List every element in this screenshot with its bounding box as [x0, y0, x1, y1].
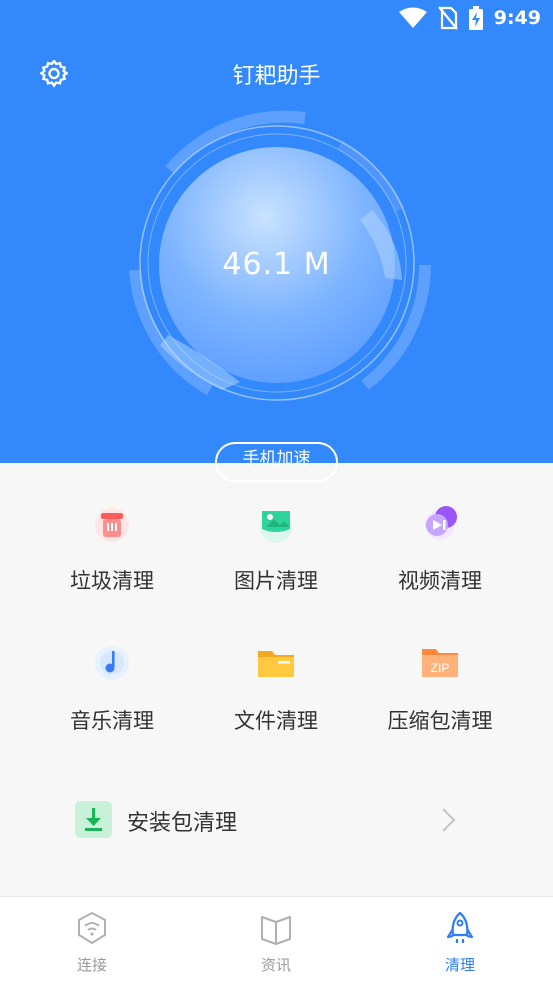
music-cleanup-label: 音乐清理	[70, 709, 154, 733]
nav-tab-connect-label: 连接	[76, 956, 107, 974]
junk-cleanup-tile[interactable]: 垃圾清理	[20, 463, 204, 593]
nav-tab-news-label: 资讯	[260, 956, 291, 974]
book-open-icon	[261, 916, 291, 945]
app-title: 钉耙助手	[232, 64, 321, 89]
chevron-right-icon	[442, 808, 456, 832]
junk-cleanup-label: 垃圾清理	[70, 569, 154, 593]
rocket-icon	[446, 911, 474, 943]
music-note-icon	[95, 646, 129, 680]
cache-size-value: 46.1 M	[222, 247, 331, 282]
image-cleanup-tile[interactable]: 图片清理	[184, 463, 368, 593]
nav-tab-clean[interactable]: 清理	[368, 897, 552, 983]
zip-cleanup-label: 压缩包清理	[387, 709, 493, 733]
video-play-icon	[425, 506, 457, 540]
music-cleanup-tile[interactable]: 音乐清理	[20, 603, 204, 733]
folder-icon	[258, 651, 294, 677]
bottom-navigation: 连接 资讯 清理	[0, 896, 553, 983]
apk-cleanup-row[interactable]: 安装包清理	[0, 785, 553, 855]
nav-tab-connect[interactable]: 连接	[0, 897, 184, 983]
apk-cleanup-label: 安装包清理	[127, 811, 238, 836]
zip-cleanup-tile[interactable]: ZIP 压缩包清理	[348, 603, 532, 733]
svg-text:ZIP: ZIP	[431, 661, 450, 675]
no-sim-icon	[437, 6, 458, 30]
image-cleanup-label: 图片清理	[234, 569, 318, 593]
video-cleanup-label: 视频清理	[398, 569, 482, 593]
header-panel: 9:49 钉耙助手 46.1 M	[0, 0, 553, 463]
file-cleanup-tile[interactable]: 文件清理	[184, 603, 368, 733]
nav-tab-clean-label: 清理	[444, 956, 475, 974]
zip-archive-icon: ZIP	[422, 649, 458, 677]
wifi-shield-icon	[78, 911, 106, 945]
battery-charging-icon	[468, 6, 483, 30]
status-bar: 9:49	[0, 0, 553, 38]
download-package-icon	[75, 801, 112, 838]
video-cleanup-tile[interactable]: 视频清理	[348, 463, 532, 593]
nav-tab-news[interactable]: 资讯	[184, 897, 368, 983]
status-time: 9:49	[493, 7, 541, 29]
wifi-signal-icon	[398, 7, 427, 28]
image-icon	[260, 511, 292, 543]
file-cleanup-label: 文件清理	[234, 709, 318, 733]
trash-bin-icon	[95, 508, 129, 542]
